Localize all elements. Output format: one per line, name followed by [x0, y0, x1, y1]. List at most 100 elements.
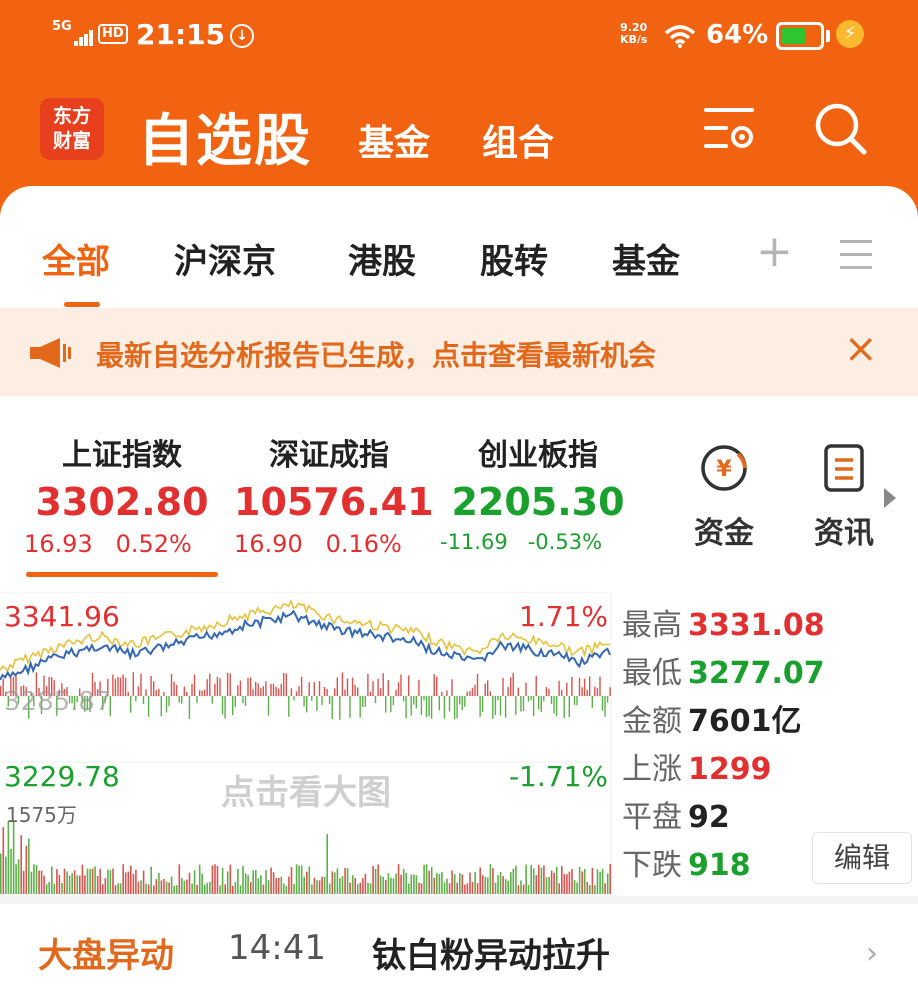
breadth-bar	[571, 676, 573, 696]
volume-bar	[387, 873, 390, 894]
breadth-bar	[555, 696, 558, 717]
category-tab-all[interactable]: 全部	[42, 234, 110, 283]
market-event-row[interactable]: 大盘异动 14:41 钛白粉异动拉升 ›	[0, 912, 918, 982]
breadth-bar	[563, 696, 565, 718]
breadth-bar	[359, 696, 361, 718]
index-value: 2205.30	[451, 480, 625, 524]
settings-list-icon[interactable]	[702, 100, 758, 156]
breadth-bar	[201, 690, 203, 696]
volume-bar	[188, 872, 191, 894]
volume-bar	[446, 878, 448, 894]
volume-bar	[413, 874, 415, 894]
volume-bar	[573, 880, 576, 894]
breadth-bar	[392, 696, 395, 706]
app-logo[interactable]: 东方 财富	[40, 98, 104, 160]
chevron-right-icon: ›	[866, 936, 878, 971]
breadth-bar	[272, 683, 275, 696]
volume-bar	[390, 877, 392, 894]
sync-icon: ↓	[230, 24, 254, 48]
volume-bar	[277, 877, 280, 894]
volume-bar	[5, 856, 7, 894]
volume-bar	[357, 884, 359, 894]
wifi-icon	[664, 25, 696, 48]
breadth-bar	[270, 683, 272, 696]
index-name: 创业板指	[478, 438, 598, 473]
breadth-bar	[517, 687, 519, 696]
breadth-bar	[170, 674, 173, 696]
edit-button[interactable]: 编辑	[812, 832, 912, 884]
volume-bar	[604, 883, 606, 894]
quick-link-funds-flow[interactable]: ¥ 资金	[694, 442, 754, 552]
volume-bar	[127, 871, 130, 894]
breadth-bar	[145, 689, 147, 696]
volume-bar	[397, 864, 400, 894]
breadth-bar	[369, 691, 372, 696]
volume-bar	[285, 885, 288, 894]
breadth-bar	[124, 677, 127, 696]
volume-bar	[260, 875, 262, 894]
intraday-chart[interactable]: 3341.96 1.71% 3285.87 3229.78 -1.71% 157…	[0, 592, 612, 894]
stat-high: 最高 3331.08	[622, 600, 825, 648]
tab-portfolio[interactable]: 组合	[482, 114, 554, 166]
breadth-bar	[132, 672, 134, 696]
breadth-bar	[155, 690, 157, 696]
volume-bar	[456, 882, 458, 894]
category-tab-neeq[interactable]: 股转	[480, 234, 548, 283]
breadth-bar	[433, 674, 435, 696]
breadth-bar	[249, 677, 252, 696]
volume-bar	[204, 884, 206, 894]
scroll-right-icon[interactable]	[884, 488, 896, 508]
category-tab-hk[interactable]: 港股	[348, 234, 416, 283]
breadth-bar	[357, 687, 359, 696]
quick-link-news[interactable]: 资讯	[814, 442, 874, 552]
volume-bar	[196, 884, 198, 894]
add-icon[interactable]: +	[756, 226, 793, 277]
report-banner[interactable]: 最新自选分析报告已生成，点击查看最新机会 ×	[0, 308, 918, 396]
volume-bar	[0, 853, 2, 894]
index-card-cyb[interactable]: 创业板指 2205.30 -11.69 -0.53%	[440, 430, 636, 554]
breadth-bar	[165, 696, 168, 713]
breadth-bar	[525, 682, 527, 696]
volume-bar	[436, 872, 438, 894]
volume-bar	[461, 874, 464, 894]
category-tab-a-shares[interactable]: 沪深京	[174, 234, 276, 283]
breadth-bar	[298, 686, 300, 696]
volume-bar	[290, 867, 293, 894]
volume-bar	[170, 876, 173, 894]
breadth-bar	[379, 688, 382, 696]
volume-bar	[481, 875, 484, 894]
breadth-bar	[507, 686, 509, 696]
breadth-bar	[183, 686, 185, 696]
index-card-sz[interactable]: 深证成指 10576.41 16.90 0.16%	[234, 430, 434, 558]
volume-bar	[443, 882, 446, 894]
index-change-abs: -11.69	[440, 530, 508, 554]
breadth-bar	[206, 679, 208, 696]
volume-bar	[114, 885, 117, 894]
page-title[interactable]: 自选股	[138, 96, 312, 177]
breadth-bar	[191, 683, 193, 696]
breadth-bar	[576, 696, 578, 706]
search-icon[interactable]	[812, 100, 868, 156]
breadth-bar	[550, 696, 553, 705]
breadth-bar	[178, 696, 180, 703]
volume-bar	[17, 859, 20, 894]
breadth-bar	[374, 696, 377, 703]
category-tab-funds[interactable]: 基金	[612, 234, 680, 283]
logo-line-1: 东方	[52, 105, 91, 127]
index-card-sh[interactable]: 上证指数 3302.80 16.93 0.52%	[24, 430, 220, 558]
volume-bar	[318, 880, 321, 894]
breadth-bar	[232, 696, 234, 716]
tab-funds[interactable]: 基金	[358, 114, 430, 166]
breadth-bar	[323, 686, 326, 696]
stat-advancers: 上涨 1299	[622, 744, 825, 792]
close-icon[interactable]: ×	[844, 326, 878, 372]
volume-bar	[336, 868, 339, 894]
breadth-bar	[566, 682, 568, 696]
breadth-bar	[175, 685, 178, 696]
menu-icon[interactable]	[840, 240, 872, 270]
stat-key: 最高	[622, 608, 682, 643]
stat-value: 1299	[688, 752, 772, 787]
volume-bar	[247, 875, 249, 894]
volume-bar	[334, 872, 336, 894]
volume-bar	[112, 868, 114, 894]
